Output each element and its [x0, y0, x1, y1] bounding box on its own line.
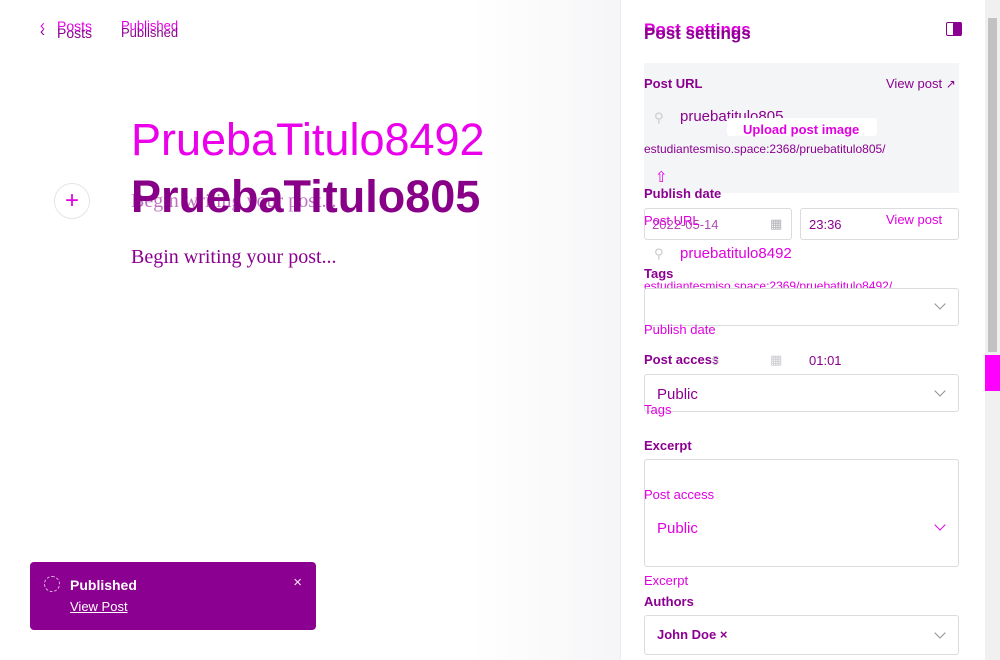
close-panel-icon[interactable] — [946, 22, 962, 36]
toast-title: Published — [70, 577, 137, 593]
view-post-link[interactable]: View post ↗ — [886, 76, 956, 91]
publish-date-label: Publish date — [644, 186, 722, 201]
post-url-label-overlay: Post URL — [644, 213, 700, 228]
back-to-posts-link[interactable]: Posts — [57, 26, 92, 40]
date-fragment: 5 — [712, 353, 720, 368]
add-card-button[interactable]: + — [54, 183, 90, 219]
post-url-label: Post URL — [644, 76, 703, 91]
excerpt-label: Excerpt — [644, 573, 689, 588]
plus-icon: + — [64, 187, 79, 214]
check-circle-icon — [44, 576, 60, 592]
view-post-link[interactable]: View post — [886, 212, 942, 227]
editor-fade — [470, 0, 620, 660]
published-toast: Published View Post × — [30, 562, 316, 630]
calendar-icon[interactable]: ▦ — [770, 352, 782, 368]
view-post-link[interactable]: View Post — [70, 599, 128, 614]
time-value: 23:36 — [809, 217, 842, 232]
remove-author-icon[interactable]: × — [720, 627, 728, 642]
access-value: Public — [657, 520, 698, 537]
post-status: Published — [121, 25, 179, 40]
chevron-left-icon[interactable]: ‹ — [40, 24, 45, 39]
slug-value[interactable]: pruebatitulo8492 — [680, 245, 792, 262]
tags-label: Tags — [644, 402, 672, 417]
calendar-icon[interactable]: ▦ — [770, 216, 782, 232]
excerpt-textarea[interactable] — [644, 459, 959, 567]
upload-image-button[interactable]: Upload post image — [743, 122, 859, 137]
post-title[interactable]: PruebaTitulo8492 — [131, 114, 485, 166]
tags-input[interactable] — [644, 288, 959, 326]
full-url: estudiantesmiso.space:2368/pruebatitulo8… — [644, 142, 886, 156]
close-icon[interactable]: × — [293, 574, 302, 591]
time-value: 01:01 — [809, 353, 842, 368]
upload-icon: ⇧ — [655, 169, 668, 186]
view-post-label: View post — [886, 76, 943, 91]
publish-date-label: Publish date — [644, 322, 716, 337]
post-access-label: Post access — [644, 487, 715, 502]
post-title[interactable]: PruebaTitulo805 — [131, 171, 480, 223]
authors-label: Authors — [644, 594, 694, 609]
access-value: Public — [657, 386, 698, 403]
author-token[interactable]: John Doe × — [657, 627, 727, 642]
author-name: John Doe — [657, 627, 717, 642]
post-access-label: Post access — [644, 352, 720, 367]
panel-title: Post settings — [644, 24, 751, 43]
link-icon: ⚲ — [654, 110, 664, 125]
link-icon: ⚲ — [654, 246, 664, 261]
excerpt-label: Excerpt — [644, 438, 692, 453]
external-link-icon: ↗ — [945, 77, 956, 91]
scrollbar-thumb[interactable] — [988, 18, 997, 352]
scrollbar-thumb-highlight[interactable] — [985, 355, 1000, 391]
post-body-editor[interactable]: Begin writing your post... — [131, 246, 337, 269]
